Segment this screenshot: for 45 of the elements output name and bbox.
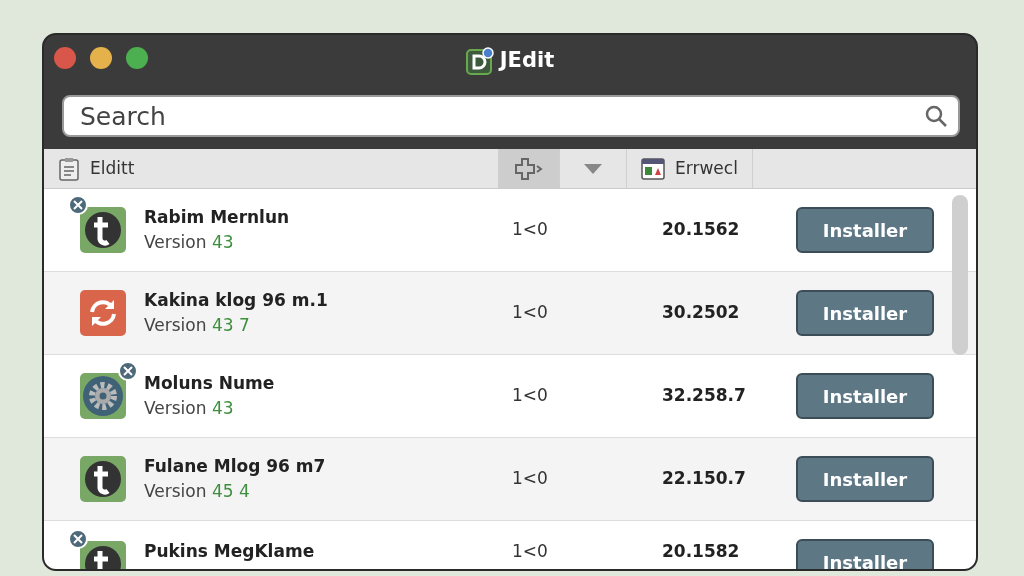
table-cell-text: 30.2502 [662,301,741,325]
table-cell-text: 20.1562 [662,218,741,242]
table-cell-text: 32.258.7 [662,384,747,408]
table-cell-text: 1<0 [512,301,549,325]
search-icon[interactable] [924,104,948,128]
table-cell-text: 22.150.7 [662,467,747,491]
toolbar-tab[interactable]: Errwecl [627,149,753,188]
version-number: 43 7 [211,315,250,335]
install-button[interactable]: Installer [796,207,934,253]
install-button[interactable]: Installer [796,456,934,502]
plugin-icon [78,288,128,338]
table-cell-text: 1<0 [512,540,549,563]
plugin-name: Kakina klog 96 m.1 [144,288,329,312]
window-title: JEdit [499,47,555,75]
table-cell-text: 1<0 [512,467,549,491]
version-label: Version [144,481,208,501]
plugin-icon [78,454,128,504]
close-button[interactable] [54,47,76,69]
table-cell-text: 1<0 [512,384,549,408]
search-field[interactable]: Search [62,95,960,137]
version-number: 43 [211,398,234,418]
version-label: Version [144,315,208,335]
document-icon [58,156,80,181]
caret-icon [584,163,602,174]
maximize-button[interactable] [126,47,148,69]
app-icon [465,47,494,75]
minimize-button[interactable] [90,47,112,69]
table-cell-text: 1<0 [512,218,549,242]
plugin-name: Rabim Mernlun [144,205,291,229]
version-label: Version [144,232,208,252]
version-label: Version [144,398,208,418]
image-icon [641,157,665,180]
version-number: 43 [211,232,234,252]
install-button[interactable]: Installer [796,539,934,569]
toolbar-tab[interactable]: Elditt [44,149,499,188]
version-number: 45 4 [211,481,250,501]
table-cell-text: 20.1582 [662,540,741,563]
plugin-name: Moluns Nume [144,371,276,395]
plugin-name: Fulane Mlog 96 m7 [144,454,327,478]
plugin-icon [513,156,545,181]
scrollbar[interactable] [952,195,968,355]
install-button[interactable]: Installer [796,290,934,336]
plugin-name: Pukins MegKlame [144,540,316,563]
install-button[interactable]: Installer [796,373,934,419]
toolbar-button[interactable] [499,149,560,188]
